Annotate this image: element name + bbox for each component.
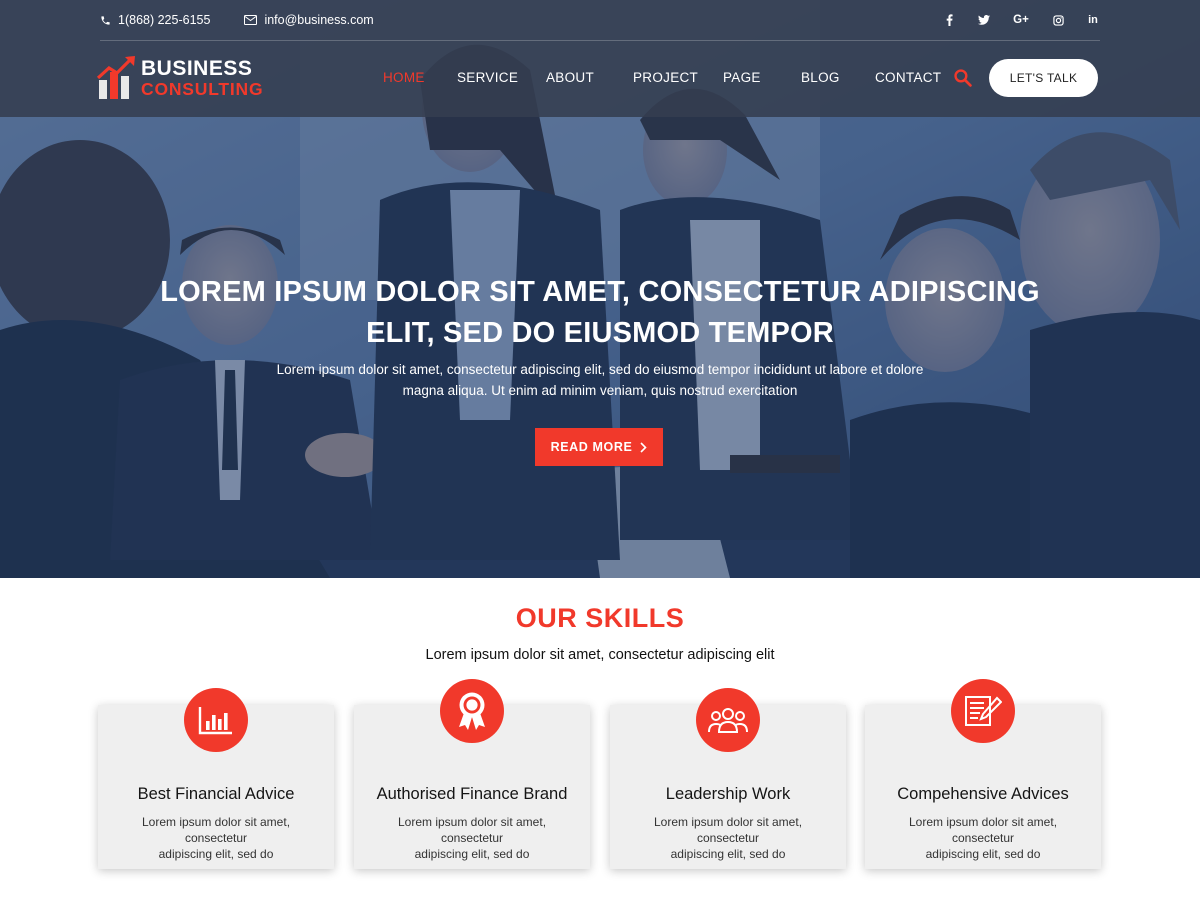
hero-description-line-2: magna aliqua. Ut enim ad minim veniam, q… bbox=[402, 383, 798, 398]
hero-description-line-1: Lorem ipsum dolor sit amet, consectetur … bbox=[276, 362, 924, 377]
skills-title: OUR SKILLS bbox=[515, 603, 685, 633]
email-address: info@business.com bbox=[264, 13, 374, 27]
nav-item-about[interactable]: ABOUT bbox=[546, 70, 594, 85]
skills-subtitle: Lorem ipsum dolor sit amet, consectetur … bbox=[425, 647, 775, 663]
contact-info: 1(868) 225-6155 info@business.com bbox=[100, 13, 374, 27]
phone-number: 1(868) 225-6155 bbox=[118, 13, 211, 27]
top-bar: 1(868) 225-6155 info@business.com G+ in bbox=[0, 0, 1200, 42]
team-icon bbox=[696, 688, 760, 752]
top-bar-inner: 1(868) 225-6155 info@business.com G+ in bbox=[100, 0, 1100, 41]
nav-item-project[interactable]: PROJECT bbox=[633, 70, 698, 85]
hero-description: Lorem ipsum dolor sit amet, consectetur … bbox=[250, 359, 950, 401]
lets-talk-button[interactable]: LET'S TALK bbox=[989, 59, 1098, 97]
document-edit-icon bbox=[951, 679, 1015, 743]
card-text-line-2: adipiscing elit, sed do bbox=[925, 847, 1041, 861]
facebook-icon[interactable] bbox=[942, 13, 956, 27]
read-more-label: READ MORE bbox=[550, 440, 633, 454]
search-button[interactable] bbox=[953, 68, 972, 92]
email-contact[interactable]: info@business.com bbox=[244, 13, 374, 27]
phone-icon bbox=[101, 15, 110, 25]
card-text: Lorem ipsum dolor sit amet, consectetur … bbox=[366, 814, 578, 862]
main-navbar: BUSINESS CONSULTING HOME SERVICE ABOUT P… bbox=[0, 42, 1200, 117]
hero-title-line-2: ELIT, SED DO EIUSMOD TEMPOR bbox=[366, 317, 834, 349]
card-title: Leadership Work bbox=[665, 785, 791, 803]
skill-card-financial-advice[interactable]: Best Financial Advice Lorem ipsum dolor … bbox=[98, 688, 334, 869]
linkedin-icon[interactable]: in bbox=[1086, 13, 1100, 27]
nav-item-page[interactable]: PAGE bbox=[723, 70, 761, 85]
award-ribbon-icon bbox=[440, 679, 504, 743]
card-text-line-1: Lorem ipsum dolor sit amet, consectetur bbox=[141, 815, 291, 845]
card-title: Authorised Finance Brand bbox=[376, 785, 568, 803]
card-text: Lorem ipsum dolor sit amet, consectetur … bbox=[877, 814, 1089, 862]
twitter-icon[interactable] bbox=[977, 13, 991, 27]
read-more-button[interactable]: READ MORE bbox=[535, 428, 663, 466]
card-text-line-2: adipiscing elit, sed do bbox=[158, 847, 274, 861]
bar-chart-icon bbox=[184, 688, 248, 752]
card-text-line-2: adipiscing elit, sed do bbox=[414, 847, 530, 861]
card-text-line-1: Lorem ipsum dolor sit amet, consectetur bbox=[653, 815, 803, 845]
card-title: Best Financial Advice bbox=[137, 785, 295, 803]
social-links: G+ in bbox=[942, 13, 1100, 27]
card-text-line-1: Lorem ipsum dolor sit amet, consectetur bbox=[908, 815, 1058, 845]
phone-contact[interactable]: 1(868) 225-6155 bbox=[100, 13, 210, 27]
nav-item-home[interactable]: HOME bbox=[383, 70, 425, 85]
search-icon bbox=[954, 69, 972, 87]
hero-title-line-1: LOREM IPSUM DOLOR SIT AMET, CONSECTETUR … bbox=[160, 276, 1040, 308]
card-text: Lorem ipsum dolor sit amet, consectetur … bbox=[110, 814, 322, 862]
nav-item-contact[interactable]: CONTACT bbox=[875, 70, 941, 85]
card-text-line-1: Lorem ipsum dolor sit amet, consectetur bbox=[397, 815, 547, 845]
google-plus-icon[interactable]: G+ bbox=[1012, 13, 1030, 27]
skill-card-finance-brand[interactable]: Authorised Finance Brand Lorem ipsum dol… bbox=[354, 679, 590, 869]
skill-card-comprehensive-advices[interactable]: Compehensive Advices Lorem ipsum dolor s… bbox=[865, 679, 1101, 869]
card-text-line-2: adipiscing elit, sed do bbox=[670, 847, 786, 861]
envelope-icon bbox=[244, 15, 258, 25]
card-text: Lorem ipsum dolor sit amet, consectetur … bbox=[622, 814, 834, 862]
chevron-right-icon bbox=[640, 441, 648, 453]
card-title: Compehensive Advices bbox=[897, 785, 1069, 803]
nav-item-blog[interactable]: BLOG bbox=[801, 70, 840, 85]
skill-card-leadership-work[interactable]: Leadership Work Lorem ipsum dolor sit am… bbox=[610, 688, 846, 869]
hero-title: LOREM IPSUM DOLOR SIT AMET, CONSECTETUR … bbox=[140, 272, 1060, 354]
instagram-icon[interactable] bbox=[1051, 13, 1065, 27]
nav-item-service[interactable]: SERVICE bbox=[457, 70, 518, 85]
